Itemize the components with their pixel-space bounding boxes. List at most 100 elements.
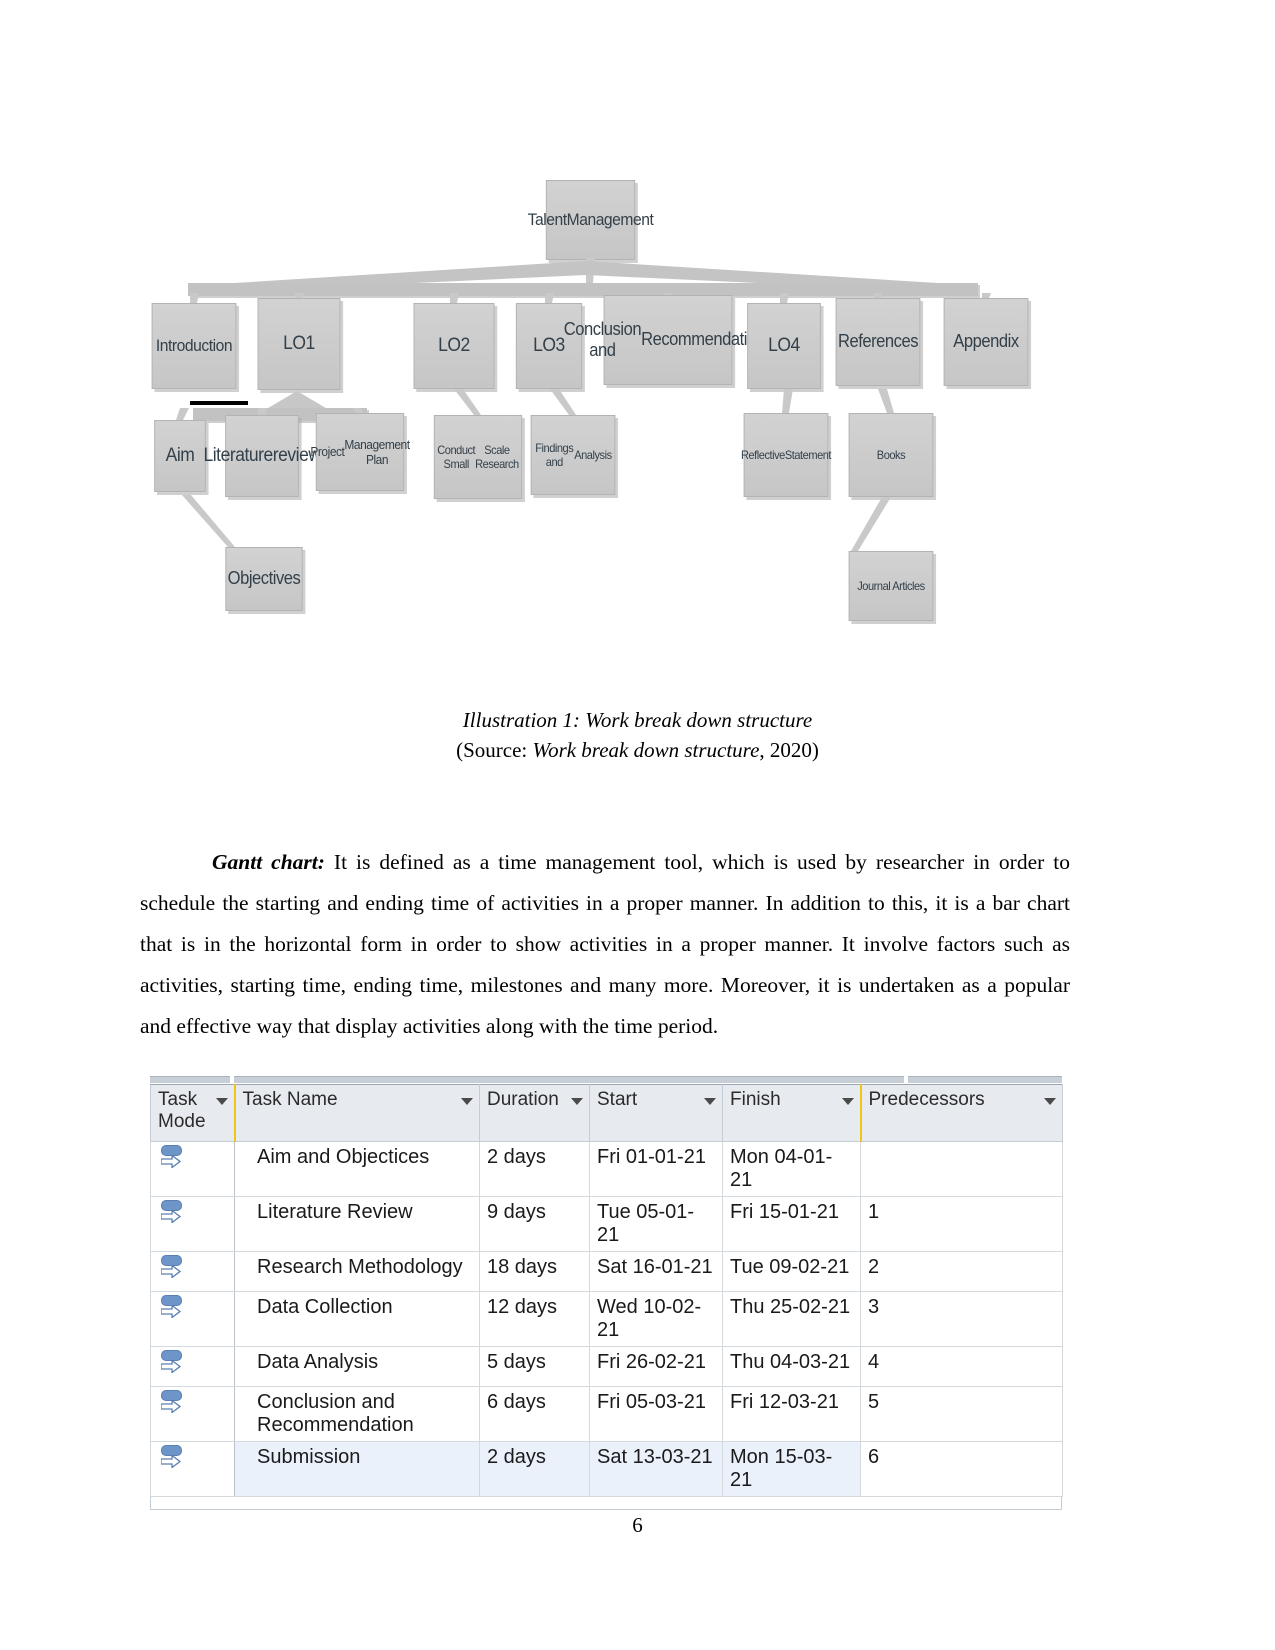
cell-task-name[interactable]: Submission: [234, 1441, 480, 1497]
auto-scheduled-icon[interactable]: [159, 1349, 185, 1375]
wbs-node-books: Books: [848, 413, 934, 497]
cell-finish[interactable]: Mon 04-01-21: [722, 1141, 861, 1197]
cell-finish[interactable]: Fri 15-01-21: [722, 1196, 861, 1252]
task-table: Task Mode Task Name Duration Start Finish Pred…: [150, 1084, 1063, 1497]
wbs-node-reflective-statement: Reflective Statement: [741, 413, 831, 497]
table-top-strip: [150, 1068, 1062, 1084]
column-header-task-name[interactable]: Task Name: [234, 1084, 480, 1142]
column-header-start[interactable]: Start: [589, 1084, 723, 1142]
table-row[interactable]: Conclusion and Recommendation 6 days Fri 0…: [150, 1386, 1063, 1442]
cell-duration[interactable]: 6 days: [479, 1386, 590, 1442]
auto-scheduled-icon[interactable]: [159, 1199, 185, 1225]
table-row[interactable]: Aim and Objectices 2 days Fri 01-01-21 Mon …: [150, 1141, 1063, 1197]
wbs-node-lo2: LO2: [413, 303, 495, 389]
cell-predecessors[interactable]: 1: [860, 1196, 1063, 1252]
cell-task-name[interactable]: Literature Review: [234, 1196, 480, 1252]
cell-predecessors[interactable]: 5: [860, 1386, 1063, 1442]
task-mode-arrow-icon: [161, 1360, 181, 1373]
cell-start[interactable]: Fri 05-03-21: [589, 1386, 723, 1442]
cell-task-name[interactable]: Data Analysis: [234, 1346, 480, 1387]
source-title: Work break down structure: [532, 738, 760, 762]
filter-dropdown-icon-start[interactable]: [704, 1098, 716, 1105]
wbs-node-appendix: Appendix: [943, 298, 1029, 386]
filter-dropdown-icon-task-name[interactable]: [461, 1098, 473, 1105]
wbs-node-conduct-small-scale-research: Conduct Small Scale Research: [433, 415, 523, 499]
strip-segment-right: [908, 1076, 1062, 1083]
cell-predecessors[interactable]: [860, 1141, 1063, 1197]
wbs-node-findings-and-analysis: Findings and Analysis: [530, 415, 616, 495]
table-row[interactable]: Data Collection 12 days Wed 10-02-21 Thu 25…: [150, 1291, 1063, 1347]
filter-dropdown-icon-duration[interactable]: [571, 1098, 583, 1105]
filter-dropdown-icon-task-mode[interactable]: [215, 1098, 228, 1105]
auto-scheduled-icon[interactable]: [159, 1144, 185, 1170]
strip-segment-left: [150, 1076, 230, 1083]
cell-task-name[interactable]: Research Methodology: [234, 1251, 480, 1292]
cell-start[interactable]: Fri 26-02-21: [589, 1346, 723, 1387]
wbs-node-aim: Aim: [154, 420, 206, 492]
task-mode-arrow-icon: [161, 1305, 181, 1318]
column-header-label-finish: Finish: [730, 1089, 781, 1110]
cell-task-name[interactable]: Conclusion and Recommendation: [234, 1386, 480, 1442]
cell-predecessors[interactable]: 3: [860, 1291, 1063, 1347]
cell-duration[interactable]: 12 days: [479, 1291, 590, 1347]
wbs-node-lo4: LO4: [747, 303, 821, 389]
task-mode-arrow-icon: [161, 1455, 181, 1468]
table-row[interactable]: Literature Review 9 days Tue 05-01-21 Fri 1…: [150, 1196, 1063, 1252]
cell-duration[interactable]: 5 days: [479, 1346, 590, 1387]
cell-predecessors[interactable]: 4: [860, 1346, 1063, 1387]
filter-dropdown-icon-predecessors[interactable]: [1044, 1098, 1056, 1105]
cell-task-mode[interactable]: [150, 1346, 235, 1387]
table-bottom-strip: [150, 1497, 1062, 1510]
cell-task-mode[interactable]: [150, 1291, 235, 1347]
gantt-task-table: Task Mode Task Name Duration Start Finish Pred…: [150, 1068, 1063, 1510]
source-caption: (Source: Work break down structure, 2020…: [0, 738, 1275, 763]
cell-task-mode[interactable]: [150, 1196, 235, 1252]
task-table-head: Task Mode Task Name Duration Start Finish Pred…: [150, 1084, 1063, 1142]
table-row[interactable]: Data Analysis 5 days Fri 26-02-21 Thu 04-03…: [150, 1346, 1063, 1387]
cell-task-mode[interactable]: [150, 1386, 235, 1442]
cell-finish[interactable]: Thu 04-03-21: [722, 1346, 861, 1387]
strip-segment-middle: [234, 1076, 904, 1083]
cell-start[interactable]: Sat 16-01-21: [589, 1251, 723, 1292]
cell-start[interactable]: Fri 01-01-21: [589, 1141, 723, 1197]
wbs-node-conclusion-and-recommendations: Conclusion and Recommendations: [564, 295, 773, 385]
task-mode-arrow-icon: [161, 1210, 181, 1223]
table-row[interactable]: Research Methodology 18 days Sat 16-01-21 T…: [150, 1251, 1063, 1292]
auto-scheduled-icon[interactable]: [159, 1254, 185, 1280]
cell-task-name[interactable]: Data Collection: [234, 1291, 480, 1347]
column-header-task-mode[interactable]: Task Mode: [150, 1084, 236, 1142]
cell-task-mode[interactable]: [150, 1441, 235, 1497]
wbs-node-introduction: Introduction: [151, 303, 237, 389]
cell-finish[interactable]: Thu 25-02-21: [722, 1291, 861, 1347]
cell-predecessors[interactable]: 6: [860, 1441, 1063, 1497]
table-header-row: Task Mode Task Name Duration Start Finish Pred…: [150, 1084, 1063, 1142]
illustration-caption: Illustration 1: Work break down structur…: [462, 708, 813, 732]
column-header-predecessors[interactable]: Predecessors: [859, 1084, 1063, 1142]
cell-task-mode[interactable]: [150, 1251, 235, 1292]
cell-finish[interactable]: Tue 09-02-21: [722, 1251, 861, 1292]
wbs-node-objectives: Objectives: [225, 547, 303, 611]
column-header-label-task-name: Task Name: [242, 1089, 338, 1110]
filter-dropdown-icon-finish[interactable]: [841, 1098, 854, 1105]
wbs-node-references: References: [835, 298, 921, 386]
auto-scheduled-icon[interactable]: [159, 1389, 185, 1415]
task-mode-arrow-icon: [161, 1400, 181, 1413]
auto-scheduled-icon[interactable]: [159, 1294, 185, 1320]
cell-start[interactable]: Tue 05-01-21: [589, 1196, 723, 1252]
cell-duration[interactable]: 2 days: [479, 1441, 590, 1497]
cell-task-mode[interactable]: [150, 1141, 235, 1197]
wbs-node-literature-review: Literature review: [203, 415, 321, 497]
cell-finish[interactable]: Fri 12-03-21: [722, 1386, 861, 1442]
cell-duration[interactable]: 18 days: [479, 1251, 590, 1292]
cell-finish[interactable]: Mon 15-03-21: [722, 1441, 861, 1497]
column-header-finish[interactable]: Finish: [722, 1084, 861, 1142]
cell-duration[interactable]: 9 days: [479, 1196, 590, 1252]
table-row[interactable]: Submission 2 days Sat 13-03-21 Mon 15-03-21…: [150, 1441, 1063, 1497]
cell-duration[interactable]: 2 days: [479, 1141, 590, 1197]
cell-task-name[interactable]: Aim and Objectices: [234, 1141, 480, 1197]
cell-start[interactable]: Sat 13-03-21: [589, 1441, 723, 1497]
auto-scheduled-icon[interactable]: [159, 1444, 185, 1470]
cell-start[interactable]: Wed 10-02-21: [589, 1291, 723, 1347]
cell-predecessors[interactable]: 2: [860, 1251, 1063, 1292]
column-header-duration[interactable]: Duration: [479, 1084, 590, 1142]
